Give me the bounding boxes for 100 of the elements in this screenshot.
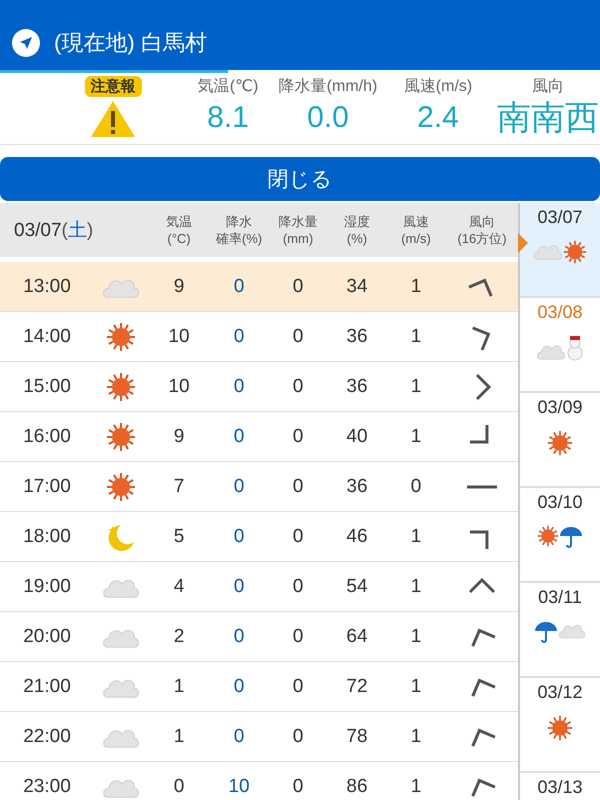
table-cell-text: 64 xyxy=(345,626,369,648)
table-cell-text: 0 xyxy=(292,276,304,298)
table-cell-text: 1 xyxy=(410,626,422,648)
day-date: 03/09 xyxy=(537,397,583,418)
table-cell-text: 1 xyxy=(172,726,186,748)
time-cell-text: 20:00 xyxy=(22,626,72,648)
column-header: 風向 (16方位) xyxy=(456,213,508,247)
sun-icon xyxy=(537,525,559,547)
table-cell-text: 4 xyxy=(172,576,186,598)
time-cell-text: 23:00 xyxy=(22,776,72,798)
summary-label: 風向 xyxy=(532,77,564,97)
table-cell-text: 0 xyxy=(292,476,304,498)
day-date: 03/10 xyxy=(537,492,583,513)
time-cell-text: 15:00 xyxy=(22,376,72,398)
table-cell-text: 10 xyxy=(227,776,251,798)
column-header: 降水 確率(%) xyxy=(214,213,264,247)
table-cell-text: 9 xyxy=(172,426,186,448)
table-cell-text: 0 xyxy=(292,526,304,548)
day-date: 03/11 xyxy=(538,587,582,608)
table-cell-text: 36 xyxy=(345,476,369,498)
table-cell-text: 1 xyxy=(410,526,422,548)
table-cell-text: 7 xyxy=(172,476,186,498)
table-cell-text: 34 xyxy=(345,276,369,298)
table-cell-text: 0 xyxy=(292,576,304,598)
time-cell-text: 22:00 xyxy=(22,726,72,748)
summary-label: 風速(m/s) xyxy=(404,76,472,97)
time-cell-text: 13:00 xyxy=(22,276,72,298)
table-cell-text: 0 xyxy=(232,426,246,448)
table-cell-text: 0 xyxy=(232,676,246,698)
table-cell-text: 36 xyxy=(345,326,369,348)
column-header: 湿度 (%) xyxy=(343,213,371,247)
close-button[interactable]: 閉じる xyxy=(0,157,600,201)
table-cell-text: 1 xyxy=(410,326,422,348)
time-cell-text: 17:00 xyxy=(22,476,72,498)
table-cell-text: 54 xyxy=(345,576,369,598)
table-cell-text: 78 xyxy=(345,726,369,748)
table-cell-text: 0 xyxy=(292,326,304,348)
table-cell-text: 1 xyxy=(410,576,422,598)
table-cell-text: 40 xyxy=(345,426,369,448)
table-cell-text: 5 xyxy=(172,526,186,548)
umbrella-icon xyxy=(534,620,558,644)
summary-value: 南南西 xyxy=(497,99,599,137)
summary-label: 降水量(mm/h) xyxy=(278,76,378,97)
column-header: 気温 (°C) xyxy=(165,213,193,247)
table-cell-text: 46 xyxy=(345,526,369,548)
table-cell-text: 0 xyxy=(232,476,246,498)
time-cell-text: 19:00 xyxy=(22,576,72,598)
table-cell-text: 1 xyxy=(410,376,422,398)
time-cell-text: 21:00 xyxy=(22,676,72,698)
summary-label: 気温(℃) xyxy=(198,77,258,97)
table-cell-text: 36 xyxy=(345,376,369,398)
advisory-badge: 注意報 xyxy=(84,76,142,97)
table-cell-text: 0 xyxy=(232,276,246,298)
day-date: 03/08 xyxy=(537,302,583,323)
table-cell-text: 9 xyxy=(172,276,186,298)
time-cell-text: 16:00 xyxy=(22,426,72,448)
column-header: 降水量 (mm) xyxy=(278,213,318,247)
time-cell-text: 14:00 xyxy=(22,326,72,348)
table-cell-text: 1 xyxy=(172,676,186,698)
table-cell-text: 0 xyxy=(292,376,304,398)
sun-icon xyxy=(106,422,136,452)
location-title: (現在地) 白馬村 xyxy=(54,29,207,57)
column-header: 風速 (m/s) xyxy=(400,213,432,247)
summary-value: 2.4 xyxy=(417,100,459,136)
table-cell-text: 0 xyxy=(232,576,246,598)
sun-icon xyxy=(106,372,136,402)
table-cell-text: 1 xyxy=(410,776,422,798)
table-cell-text: 1 xyxy=(410,276,422,298)
table-cell-text: 1 xyxy=(410,726,422,748)
sun-icon xyxy=(547,430,573,456)
table-cell-text: 0 xyxy=(410,476,422,498)
day-date: 03/13 xyxy=(537,777,583,798)
table-cell-text: 72 xyxy=(345,676,369,698)
table-cell-text: 0 xyxy=(172,776,186,798)
table-cell-text: 0 xyxy=(232,526,246,548)
table-cell-text: 1 xyxy=(410,676,422,698)
day-date: 03/12 xyxy=(537,682,583,703)
table-cell-text: 10 xyxy=(167,376,191,398)
table-cell-text: 0 xyxy=(292,426,304,448)
umbrella-icon xyxy=(559,525,583,549)
day-date: 03/07 xyxy=(537,207,583,228)
table-cell-text: 0 xyxy=(292,776,304,798)
table-cell-text: 2 xyxy=(172,626,186,648)
table-cell-text: 0 xyxy=(232,376,246,398)
sun-icon xyxy=(547,715,573,741)
table-cell-text: 86 xyxy=(345,776,369,798)
day-tab[interactable]: 03/07 xyxy=(520,203,600,298)
table-cell-text: 0 xyxy=(292,626,304,648)
sun-icon xyxy=(106,322,136,352)
hourly-row[interactable]: 13:00 9 0 0 34 1 xyxy=(0,262,518,312)
time-cell-text: 18:00 xyxy=(22,526,72,548)
table-cell-text: 0 xyxy=(232,326,246,348)
table-cell-text: 0 xyxy=(232,726,246,748)
warning-icon xyxy=(90,99,136,139)
table-cell-text: 1 xyxy=(410,426,422,448)
snowman-icon xyxy=(566,335,584,361)
table-cell-text: 10 xyxy=(167,326,191,348)
summary-value: 8.1 xyxy=(207,100,249,136)
header-date: 03/07(土) xyxy=(13,219,94,243)
table-cell-text: 0 xyxy=(232,626,246,648)
